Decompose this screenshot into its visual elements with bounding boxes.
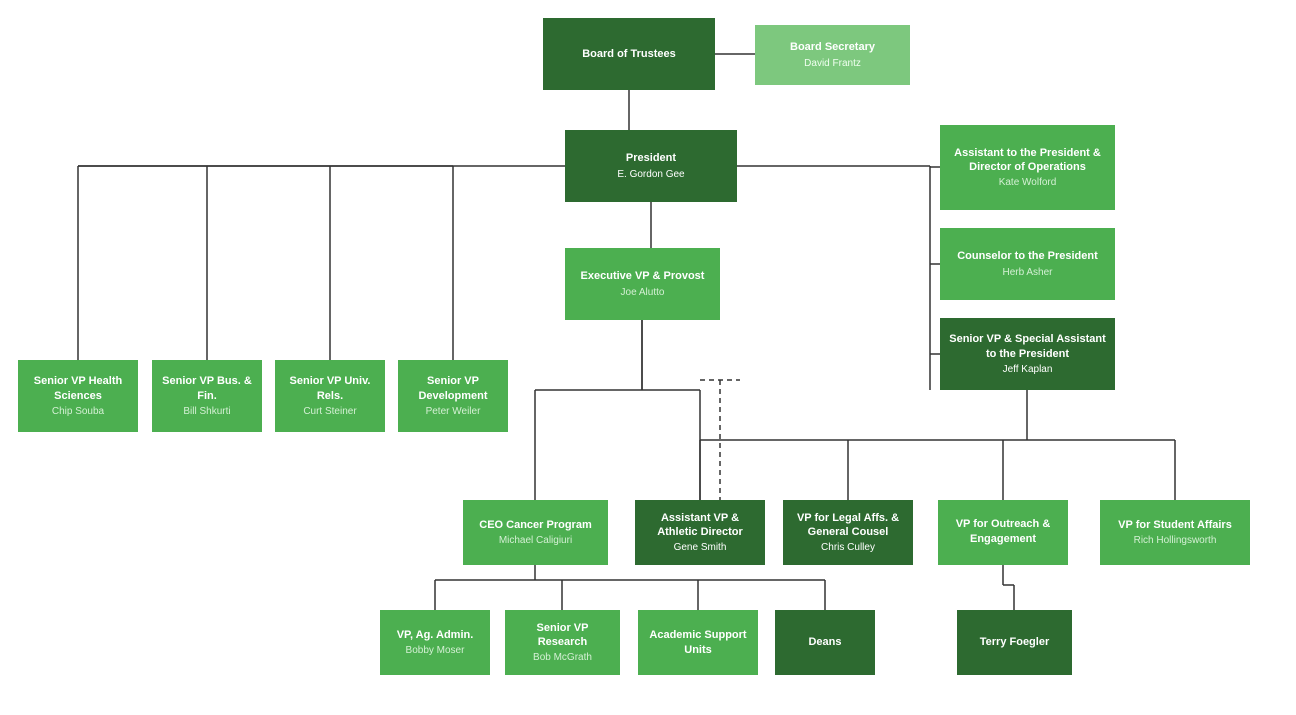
vp-outreach-title: VP for Outreach & Engagement xyxy=(945,517,1061,546)
ceo-cancer-title: CEO Cancer Program xyxy=(479,518,591,532)
deans-node: Deans xyxy=(775,610,875,675)
terry-title: Terry Foegler xyxy=(980,635,1050,649)
board-title: Board of Trustees xyxy=(582,47,676,61)
board-sec-title: Board Secretary xyxy=(790,40,875,54)
board-sec-name: David Frantz xyxy=(804,57,861,70)
svp-research-node: Senior VP Research Bob McGrath xyxy=(505,610,620,675)
president-name: E. Gordon Gee xyxy=(617,168,684,181)
svp-bus-title: Senior VP Bus. & Fin. xyxy=(159,374,255,403)
svp-special-node: Senior VP & Special Assistant to the Pre… xyxy=(940,318,1115,390)
vp-ag-node: VP, Ag. Admin. Bobby Moser xyxy=(380,610,490,675)
svp-health-title: Senior VP Health Sciences xyxy=(25,374,131,403)
vp-student-name: Rich Hollingsworth xyxy=(1134,534,1217,547)
vp-student-title: VP for Student Affairs xyxy=(1118,518,1232,532)
svp-special-title: Senior VP & Special Assistant to the Pre… xyxy=(947,332,1108,361)
president-node: President E. Gordon Gee xyxy=(565,130,737,202)
terry-node: Terry Foegler xyxy=(957,610,1072,675)
exec-vp-node: Executive VP & Provost Joe Alutto xyxy=(565,248,720,320)
svp-bus-node: Senior VP Bus. & Fin. Bill Shkurti xyxy=(152,360,262,432)
svp-special-name: Jeff Kaplan xyxy=(1003,363,1053,376)
asst-vp-name: Gene Smith xyxy=(674,541,727,554)
counselor-node: Counselor to the President Herb Asher xyxy=(940,228,1115,300)
svp-dev-name: Peter Weiler xyxy=(426,405,481,418)
vp-ag-title: VP, Ag. Admin. xyxy=(397,628,474,642)
asst-pres-title: Assistant to the President & Director of… xyxy=(947,146,1108,175)
board-secretary-node: Board Secretary David Frantz xyxy=(755,25,910,85)
academic-support-title: Academic Support Units xyxy=(645,628,751,657)
svp-research-name: Bob McGrath xyxy=(533,651,592,664)
asst-vp-title: Assistant VP & Athletic Director xyxy=(642,511,758,540)
svp-health-node: Senior VP Health Sciences Chip Souba xyxy=(18,360,138,432)
vp-legal-name: Chris Culley xyxy=(821,541,875,554)
vp-legal-node: VP for Legal Affs. & General Cousel Chri… xyxy=(783,500,913,565)
asst-pres-name: Kate Wolford xyxy=(999,176,1057,189)
vp-ag-name: Bobby Moser xyxy=(406,644,465,657)
svp-univ-node: Senior VP Univ. Rels. Curt Steiner xyxy=(275,360,385,432)
ceo-cancer-node: CEO Cancer Program Michael Caligiuri xyxy=(463,500,608,565)
vp-legal-title: VP for Legal Affs. & General Cousel xyxy=(790,511,906,540)
vp-student-node: VP for Student Affairs Rich Hollingswort… xyxy=(1100,500,1250,565)
org-chart: Board of Trustees Board Secretary David … xyxy=(0,0,1296,715)
academic-support-node: Academic Support Units xyxy=(638,610,758,675)
svp-univ-name: Curt Steiner xyxy=(303,405,356,418)
svp-dev-title: Senior VP Development xyxy=(405,374,501,403)
svp-health-name: Chip Souba xyxy=(52,405,104,418)
asst-vp-athletic-node: Assistant VP & Athletic Director Gene Sm… xyxy=(635,500,765,565)
vp-outreach-node: VP for Outreach & Engagement xyxy=(938,500,1068,565)
board-of-trustees-node: Board of Trustees xyxy=(543,18,715,90)
svp-bus-name: Bill Shkurti xyxy=(183,405,230,418)
exec-vp-title: Executive VP & Provost xyxy=(581,269,705,283)
asst-president-node: Assistant to the President & Director of… xyxy=(940,125,1115,210)
ceo-cancer-name: Michael Caligiuri xyxy=(499,534,572,547)
svp-dev-node: Senior VP Development Peter Weiler xyxy=(398,360,508,432)
svp-research-title: Senior VP Research xyxy=(512,621,613,650)
exec-vp-name: Joe Alutto xyxy=(621,286,665,299)
svp-univ-title: Senior VP Univ. Rels. xyxy=(282,374,378,403)
president-title: President xyxy=(626,151,676,165)
deans-title: Deans xyxy=(808,635,841,649)
counselor-name: Herb Asher xyxy=(1002,266,1052,279)
counselor-title: Counselor to the President xyxy=(957,249,1098,263)
